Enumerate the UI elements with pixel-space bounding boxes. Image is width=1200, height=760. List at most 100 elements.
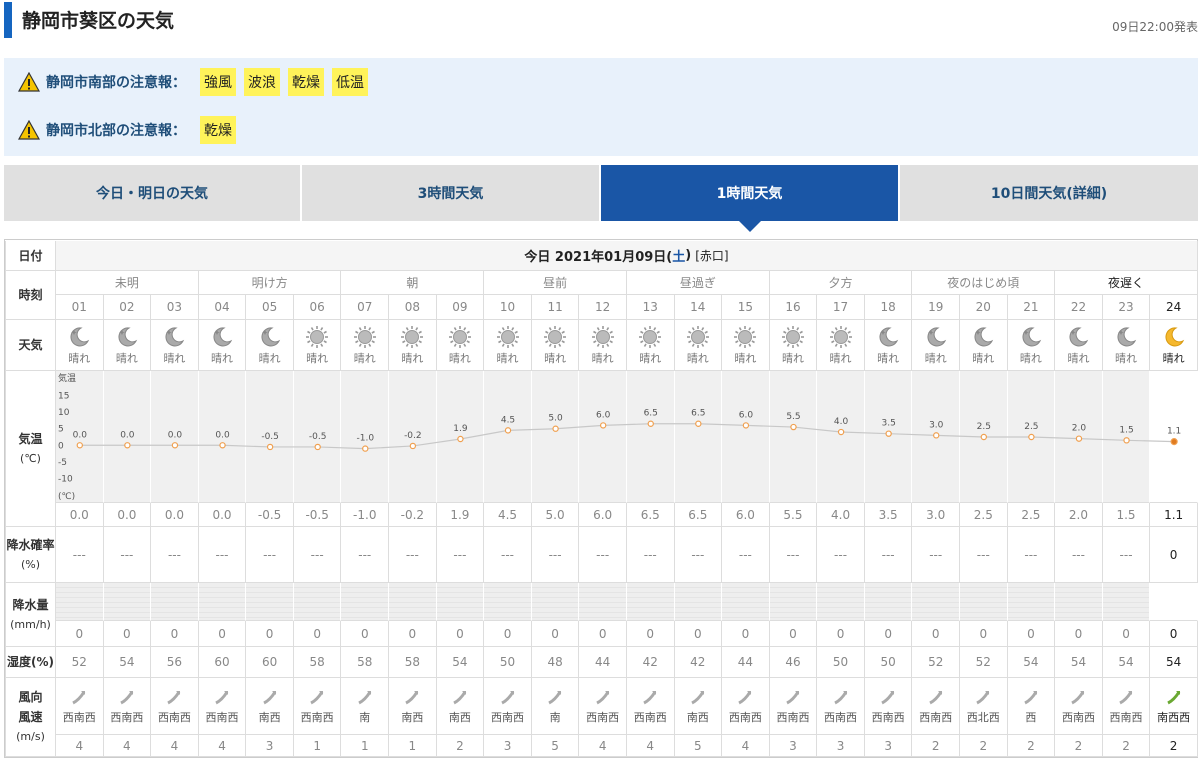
temperature-point [1123, 437, 1130, 444]
wind-speed-cell: 5 [674, 735, 723, 757]
weather-cell: 晴れ [1007, 320, 1056, 371]
precip-prob-cell: --- [1102, 527, 1151, 583]
wind-direction-cell: 西南西 [56, 678, 104, 735]
weather-text: 晴れ [1019, 351, 1042, 365]
wind-arrow-icon [262, 690, 276, 704]
precip-bar-column [1007, 583, 1056, 621]
temperature-point-label: -0.2 [404, 431, 422, 441]
precip-prob-cell: --- [674, 527, 723, 583]
precip-prob-cell: --- [246, 527, 294, 583]
wind-speed-cell: 2 [436, 735, 485, 757]
advisory-tag-high-waves[interactable]: 波浪 [244, 68, 280, 96]
wind-direction-cell: 南西 [389, 678, 437, 735]
label-precip-prob-unit: (%) [20, 557, 41, 571]
label-time-text: 時刻 [18, 288, 43, 302]
humidity-cell: 52 [960, 647, 1008, 678]
hour-cell: 19 [912, 295, 961, 320]
precip-bar-column [960, 583, 1008, 621]
weather-text: 晴れ [781, 351, 804, 365]
moon-icon [70, 326, 90, 346]
temperature-point [124, 442, 131, 449]
precip-bar-column [674, 583, 723, 621]
precip-bar-column [912, 583, 961, 621]
temperature-cell: -0.5 [246, 503, 294, 527]
humidity-cell: 54 [1007, 647, 1056, 678]
precip-cell: 0 [1102, 621, 1151, 647]
weather-cell: 晴れ [1055, 320, 1103, 371]
label-humidity-text: 湿度(%) [7, 655, 54, 669]
sun-icon [734, 325, 757, 348]
wind-arrow-icon [595, 690, 609, 704]
temperature-cell: 3.5 [864, 503, 913, 527]
wind-speed-cell: 1 [341, 735, 390, 757]
tab-today-tomorrow[interactable]: 今日・明日の天気 [4, 165, 300, 221]
advisory-tag-dry-air[interactable]: 乾燥 [288, 68, 324, 96]
wind-speed-cell: 2 [960, 735, 1008, 757]
advisory-tag-strong-wind[interactable]: 強風 [200, 68, 236, 96]
label-temperature-unit: (℃) [20, 451, 41, 465]
humidity-cell: 54 [103, 647, 152, 678]
wind-direction-text: 西南西 [1061, 710, 1095, 724]
period-cell: 夕方 [769, 271, 913, 295]
precip-bar-column [246, 583, 294, 621]
precip-cell: 0 [436, 621, 485, 647]
wind-direction-cell: 西南西 [626, 678, 675, 735]
temperature-point-label: -1.0 [356, 434, 374, 444]
wind-direction-text: 南西 [448, 710, 471, 724]
precip-bar-column [198, 583, 247, 621]
temperature-cell: 6.0 [722, 503, 770, 527]
advisory-tag-low-temp[interactable]: 低温 [332, 68, 368, 96]
wind-direction-text: 西南西 [205, 710, 239, 724]
temperature-point-label: 1.9 [453, 424, 468, 434]
tab-1-hour[interactable]: 1時間天気 [601, 165, 898, 232]
forecast-tabs: 今日・明日の天気 3時間天気 1時間天気 10日間天気(詳細) [4, 165, 1198, 232]
precip-prob-cell: --- [1007, 527, 1056, 583]
chart-ytick: 15 [58, 392, 69, 402]
temperature-point [885, 430, 892, 437]
tab-3-hour[interactable]: 3時間天気 [302, 165, 599, 221]
wind-direction-cell: 南西 [674, 678, 723, 735]
date-text: 今日 2021年01月09日( [524, 250, 673, 265]
precip-bar-column [56, 583, 104, 621]
precip-prob-cell: --- [912, 527, 961, 583]
label-wind: 風向 風速 (m/s) [5, 678, 56, 757]
weather-cell: 晴れ [531, 320, 580, 371]
precip-prob-cell: --- [103, 527, 152, 583]
temperature-point-label: 0.0 [168, 430, 183, 440]
weather-text: 晴れ [306, 351, 329, 365]
advisory-tag-dry-air[interactable]: 乾燥 [200, 116, 236, 144]
weather-cell: 晴れ [293, 320, 342, 371]
wind-arrow-icon [833, 690, 847, 704]
wind-direction-cell: 西南西 [1055, 678, 1103, 735]
precip-bar-column [1102, 583, 1151, 621]
temperature-cell: -0.2 [389, 503, 437, 527]
temperature-point [266, 443, 274, 451]
weather-cell: 晴れ [198, 320, 247, 371]
wind-arrow-icon [358, 690, 372, 704]
temperature-point [933, 432, 940, 439]
wind-arrow-icon [120, 690, 134, 704]
moon-icon [974, 326, 994, 346]
wind-direction-cell: 西南西 [864, 678, 913, 735]
hour-cell: 13 [626, 295, 675, 320]
tab-10-day[interactable]: 10日間天気(詳細) [900, 165, 1198, 221]
wind-direction-text: 西南西 [728, 710, 762, 724]
wind-arrow-icon [881, 690, 895, 704]
wind-speed-cell: 3 [817, 735, 865, 757]
temperature-cell: -0.5 [293, 503, 342, 527]
wind-speed-cell: 2 [1102, 735, 1151, 757]
label-temperature-text: 気温 [18, 431, 43, 446]
wind-arrow-icon [1024, 690, 1038, 704]
wind-direction-text: 南 [359, 710, 371, 724]
label-time: 時刻 [5, 271, 56, 320]
weather-cell: 晴れ [1102, 320, 1151, 371]
humidity-cell: 52 [56, 647, 104, 678]
temperature-point [314, 443, 321, 451]
wind-direction-text: 西 [1025, 710, 1037, 724]
precip-cell: 0 [960, 621, 1008, 647]
temperature-point-label: 6.0 [739, 410, 754, 420]
temperature-point-label: 3.5 [881, 419, 895, 429]
weather-cell: 晴れ [579, 320, 627, 371]
temperature-cell: 5.0 [531, 503, 580, 527]
hour-cell: 20 [960, 295, 1008, 320]
